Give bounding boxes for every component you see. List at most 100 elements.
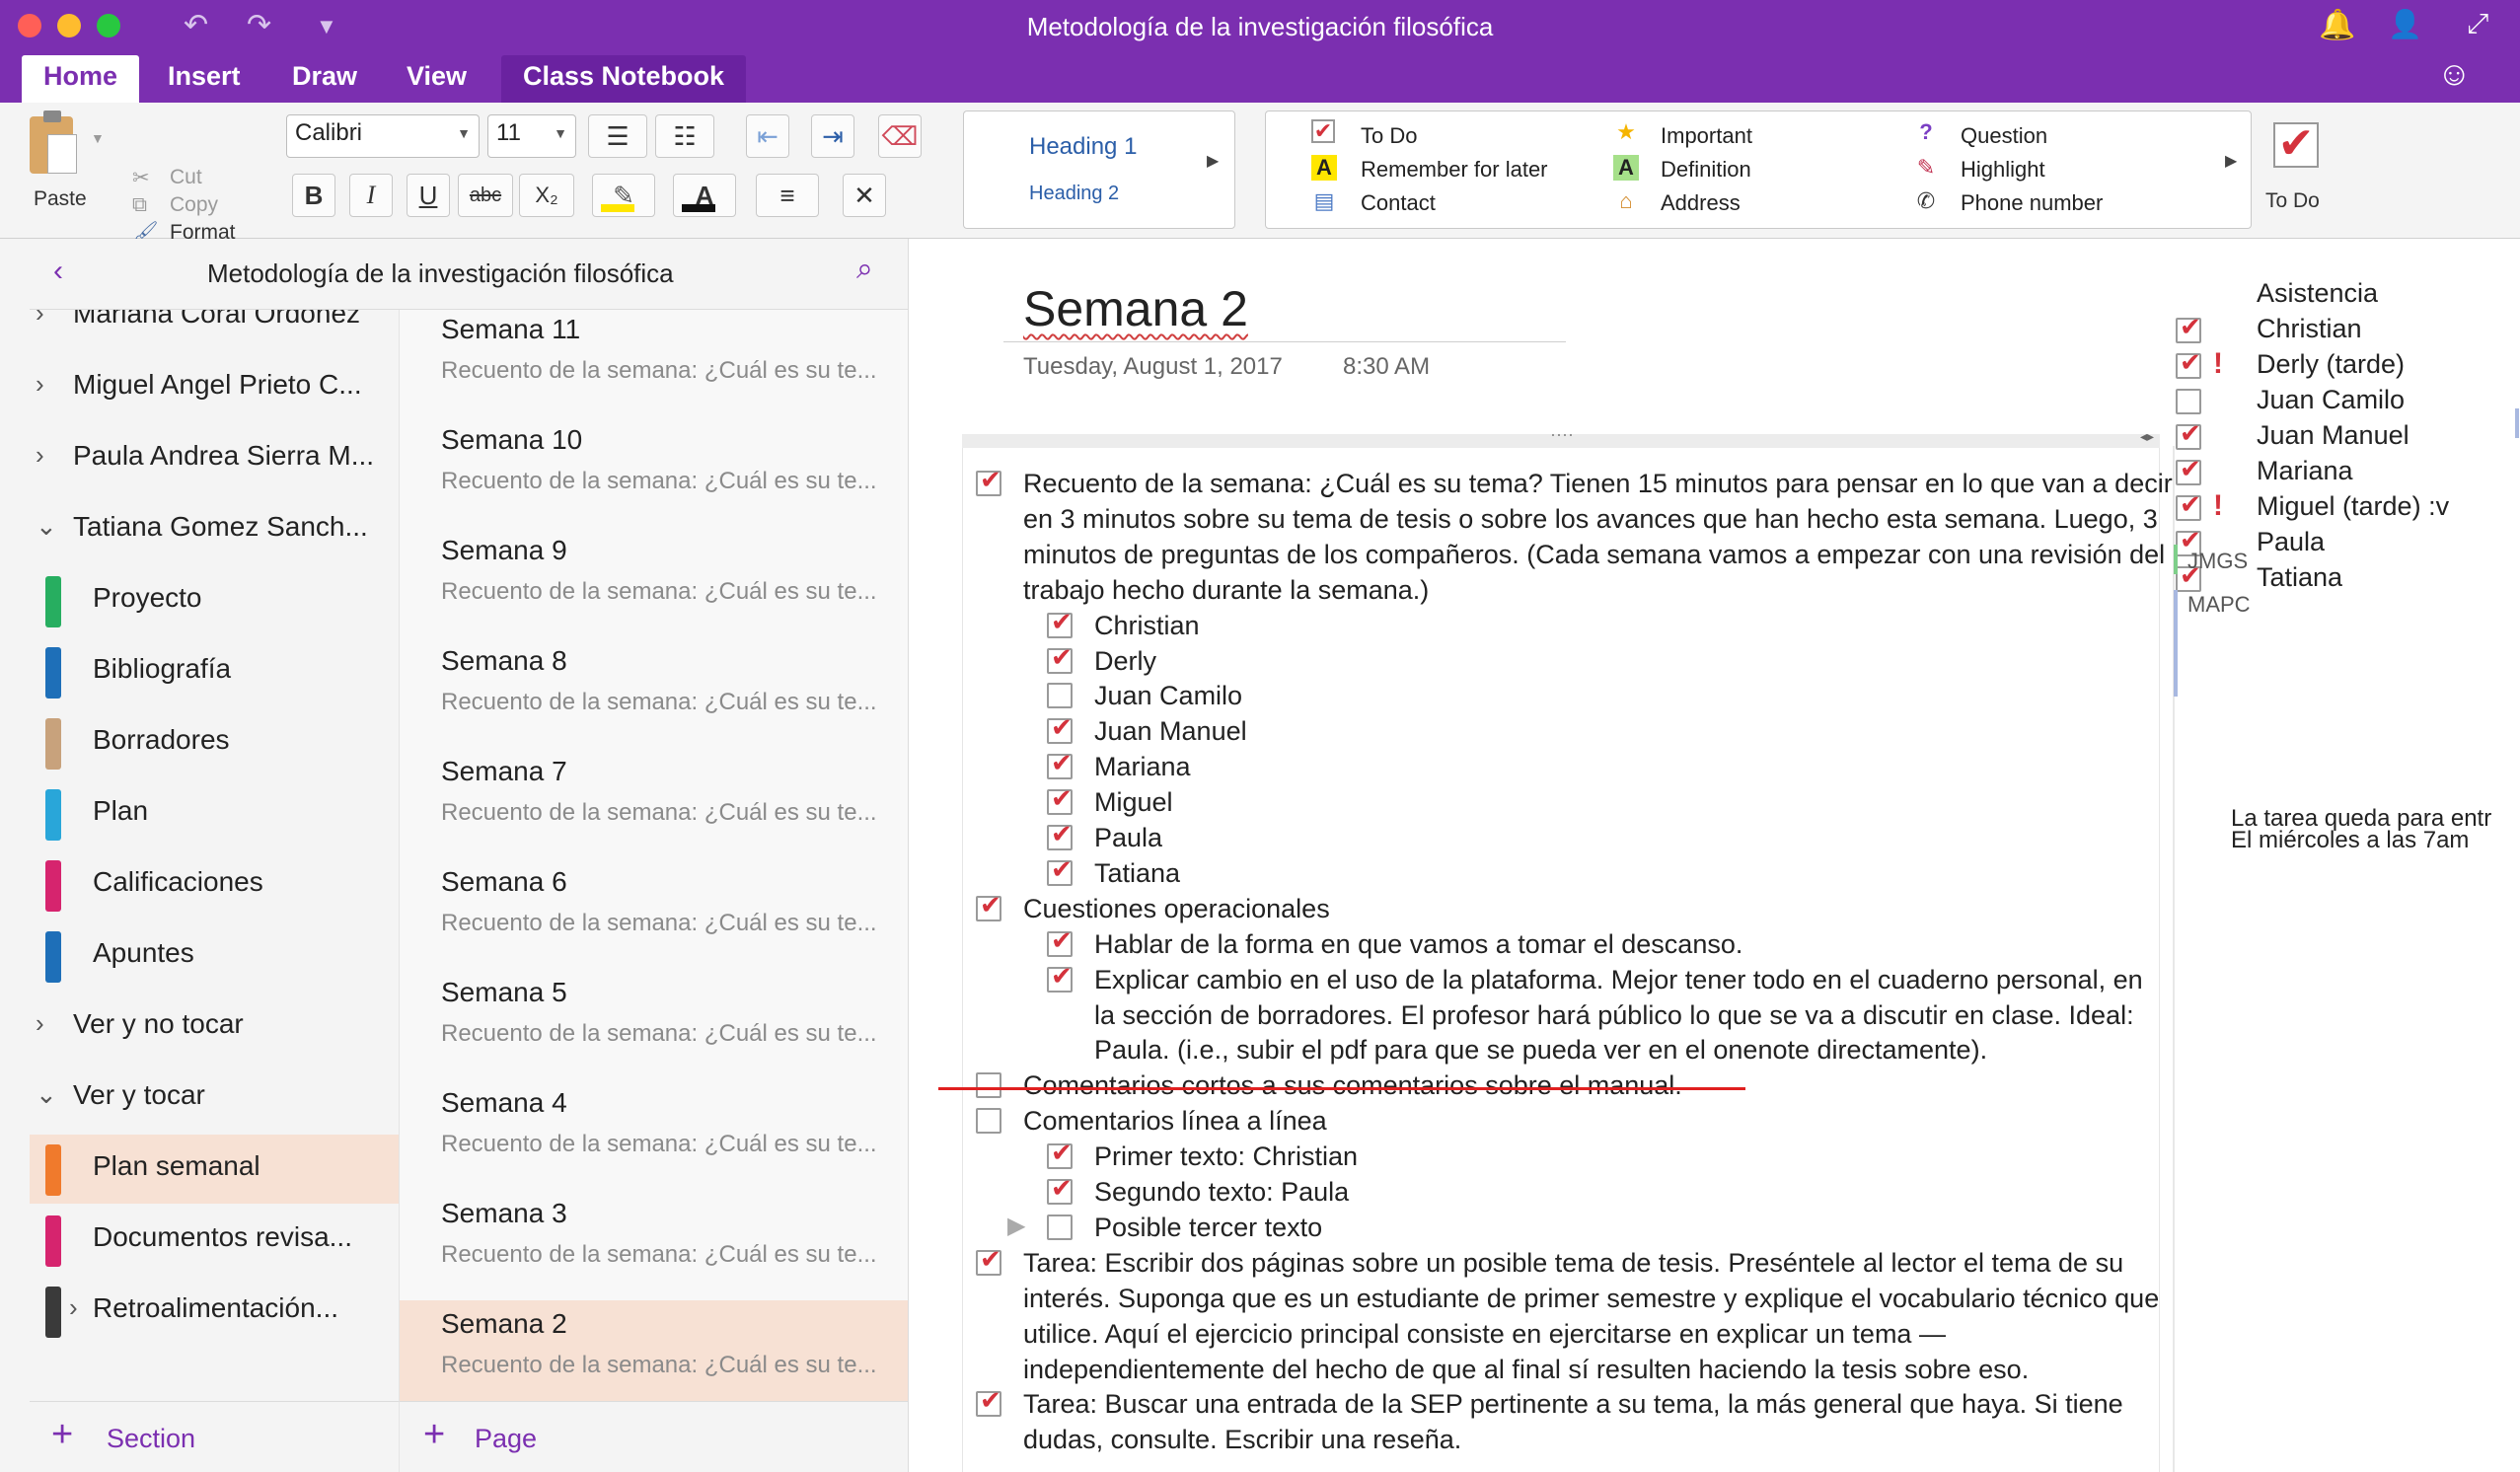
section-group-11[interactable]: ⌄ Ver y tocar [30, 1064, 399, 1133]
checked-todo-checkbox[interactable] [2176, 489, 2201, 521]
note-line[interactable]: minutos de preguntas de los compañeros. … [1023, 537, 2165, 572]
note-line[interactable]: utilice. Aquí el ejercicio principal con… [1023, 1316, 1946, 1352]
delete-button[interactable]: ✕ [843, 174, 886, 217]
attendance-title[interactable]: Asistencia [2257, 278, 2378, 309]
chevron-right-icon[interactable]: › [36, 369, 44, 400]
bullets-button[interactable]: ☰ [588, 114, 647, 158]
checked-todo-checkbox[interactable] [976, 465, 1001, 496]
page-list-item[interactable]: Semana 3 Recuento de la semana: ¿Cuál es … [400, 1190, 908, 1300]
note-line[interactable]: independientemente del hecho de que al f… [1023, 1352, 2029, 1387]
bold-button[interactable]: B [292, 174, 335, 217]
checked-todo-checkbox[interactable] [1047, 712, 1073, 745]
checked-todo-checkbox[interactable] [1047, 819, 1073, 850]
checked-todo-checkbox[interactable] [1047, 961, 1073, 993]
section-8[interactable]: Calificaciones [30, 850, 399, 920]
strikethrough-button[interactable]: abc [458, 174, 513, 217]
attendance-entry[interactable]: Juan Manuel [2257, 420, 2409, 451]
subscript-button[interactable]: X₂ [519, 174, 574, 217]
checked-todo-checkbox[interactable] [2176, 312, 2201, 343]
attendance-entry[interactable]: Christian [2257, 314, 2362, 344]
note-line[interactable]: Juan Camilo [1094, 678, 1242, 713]
note-line[interactable]: trabajo hecho durante la semana.) [1023, 572, 1429, 608]
section-12[interactable]: Plan semanal [30, 1135, 399, 1204]
page-list-item[interactable]: Semana 6 Recuento de la semana: ¿Cuál es … [400, 858, 908, 969]
section-7[interactable]: Plan [30, 779, 399, 848]
tab-insert[interactable]: Insert [146, 55, 262, 103]
attendance-entry[interactable]: Miguel (tarde) :v [2257, 491, 2449, 522]
note-line[interactable]: Recuento de la semana: ¿Cuál es su tema?… [1023, 466, 2173, 501]
note-line[interactable]: Posible tercer texto [1094, 1210, 1322, 1245]
attendance-entry[interactable]: Tatiana [2257, 562, 2342, 593]
page-list-item[interactable]: Semana 5 Recuento de la semana: ¿Cuál es … [400, 969, 908, 1079]
attendance-entry[interactable]: Mariana [2257, 456, 2353, 486]
unchecked-todo-checkbox[interactable] [976, 1108, 1001, 1135]
page-list-item[interactable]: Semana 4 Recuento de la semana: ¿Cuál es … [400, 1079, 908, 1190]
unchecked-todo-checkbox[interactable] [976, 1072, 1001, 1099]
note-line[interactable]: Primer texto: Christian [1094, 1139, 1358, 1174]
note-line[interactable]: Tatiana [1094, 855, 1180, 891]
checked-todo-checkbox[interactable] [2176, 418, 2201, 450]
checked-todo-checkbox[interactable] [1047, 783, 1073, 816]
note-line[interactable]: Explicar cambio en el uso de la platafor… [1094, 962, 2143, 997]
chevron-right-icon[interactable]: ▶ [1207, 151, 1219, 171]
section-group-3[interactable]: ⌄ Tatiana Gomez Sanch... [30, 495, 399, 564]
checked-todo-checkbox[interactable] [976, 1244, 1001, 1276]
note-line[interactable]: Paula. (i.e., subir el pdf para que se p… [1094, 1032, 1987, 1067]
note-line[interactable]: Paula [1094, 820, 1162, 855]
note-line[interactable]: Miguel [1094, 784, 1173, 820]
search-icon[interactable]: ⌕ [856, 253, 873, 286]
note-line[interactable]: Derly [1094, 643, 1156, 679]
note-line[interactable]: Tarea: Buscar una entrada de la SEP pert… [1023, 1386, 2123, 1422]
style-heading-2[interactable]: Heading 2 [1029, 183, 1119, 205]
bell-icon[interactable]: 🔔 [2319, 8, 2355, 42]
note-line[interactable]: Tarea: Escribir dos páginas sobre un pos… [1023, 1245, 2123, 1281]
add-page-button[interactable]: + Page [399, 1401, 908, 1472]
tab-view[interactable]: View [385, 55, 488, 103]
note-line[interactable]: Comentarios cortos a sus comentarios sob… [1023, 1067, 1682, 1103]
page-title[interactable]: Semana 2 [1023, 280, 1248, 337]
section-6[interactable]: Borradores [30, 708, 399, 777]
section-13[interactable]: Documentos revisa... [30, 1206, 399, 1275]
note-line[interactable]: Cuestiones operacionales [1023, 891, 1330, 926]
copy-button[interactable]: Copy [170, 193, 218, 217]
unchecked-todo-checkbox[interactable] [1047, 1214, 1073, 1240]
attendance-entry[interactable]: Paula [2257, 527, 2325, 557]
note-line[interactable]: Segundo texto: Paula [1094, 1174, 1349, 1210]
note-line[interactable]: interés. Suponga que es un estudiante de… [1023, 1281, 2159, 1316]
underline-button[interactable]: U [407, 174, 450, 217]
paragraph-handle-icon[interactable]: ▶ [1007, 1212, 1025, 1240]
section-group-10[interactable]: › Ver y no tocar [30, 993, 399, 1062]
to-do-tag-button[interactable]: ✔ To Do [2263, 110, 2358, 229]
add-section-button[interactable]: + Section [30, 1401, 399, 1472]
chevron-right-icon[interactable]: › [69, 1292, 78, 1323]
clear-formatting-button[interactable]: ⌫ [878, 114, 922, 158]
paste-button[interactable]: Paste [20, 110, 109, 219]
checked-todo-checkbox[interactable] [1047, 854, 1073, 886]
checked-todo-checkbox[interactable] [1047, 925, 1073, 957]
page-list-item[interactable]: Semana 2 Recuento de la semana: ¿Cuál es … [400, 1300, 908, 1401]
checked-todo-checkbox[interactable] [976, 890, 1001, 921]
unchecked-todo-checkbox[interactable] [2176, 389, 2201, 414]
checked-todo-checkbox[interactable] [2176, 347, 2201, 379]
increase-indent-button[interactable]: ⇥ [811, 114, 854, 158]
checked-todo-checkbox[interactable] [976, 1385, 1001, 1418]
chevron-down-icon[interactable]: ⌄ [36, 511, 57, 542]
section-group-1[interactable]: › Miguel Angel Prieto C... [30, 353, 399, 422]
page-list-item[interactable]: Semana 7 Recuento de la semana: ¿Cuál es … [400, 748, 908, 858]
section-5[interactable]: Bibliografía [30, 637, 399, 706]
attendance-entry[interactable]: Derly (tarde) [2257, 349, 2405, 380]
page-list-item[interactable]: Semana 8 Recuento de la semana: ¿Cuál es … [400, 637, 908, 748]
unchecked-todo-checkbox[interactable] [1047, 683, 1073, 709]
section-group-14[interactable]: › Retroalimentación... [30, 1277, 399, 1346]
note-line[interactable]: Juan Manuel [1094, 713, 1247, 749]
style-heading-1[interactable]: Heading 1 [1029, 133, 1137, 161]
chevron-down-icon[interactable]: ⌄ [36, 1079, 57, 1110]
cut-button[interactable]: Cut [170, 166, 202, 189]
italic-button[interactable]: I [349, 174, 393, 217]
tab-draw[interactable]: Draw [270, 55, 379, 103]
feedback-smiley-icon[interactable]: ☺ [2437, 55, 2472, 94]
page-list-item[interactable]: Semana 11 Recuento de la semana: ¿Cuál es… [400, 310, 908, 416]
note-line[interactable]: Comentarios línea a línea [1023, 1103, 1327, 1139]
note-line[interactable]: dudas, consulte. Escribir una reseña. [1023, 1422, 1461, 1457]
chevron-right-icon[interactable]: ▶ [2225, 151, 2237, 171]
